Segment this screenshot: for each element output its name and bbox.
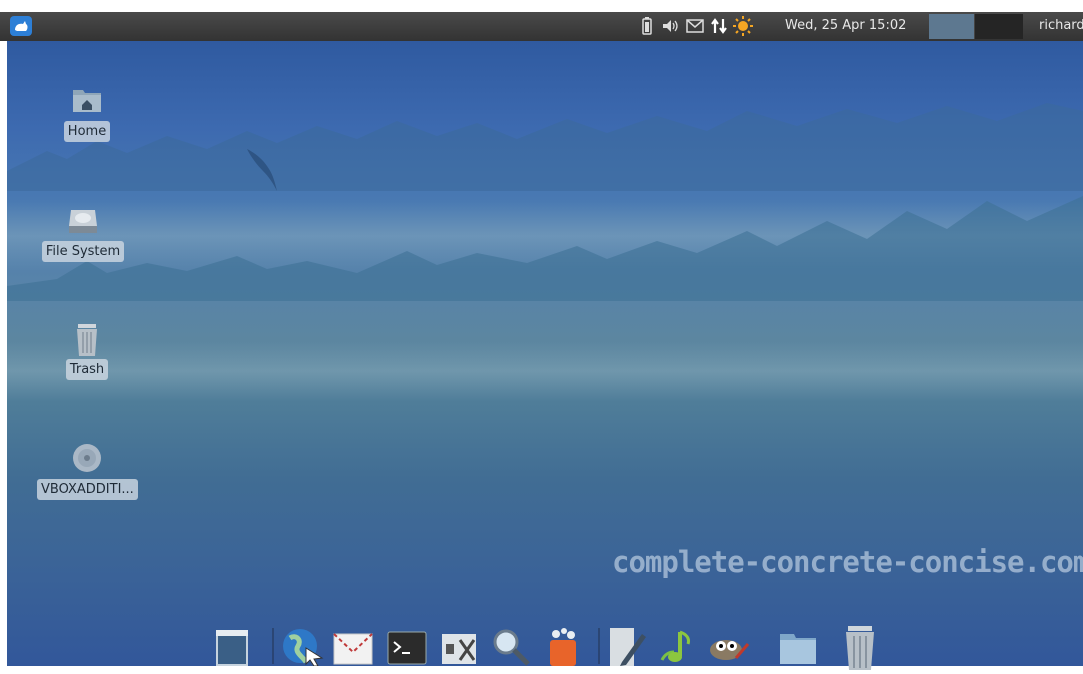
- panel-clock[interactable]: Wed, 25 Apr 15:02: [785, 18, 906, 33]
- desktop-icon-vboxadditions[interactable]: VBOXADDITI...: [37, 442, 138, 500]
- desktop-icon-label: File System: [41, 241, 125, 262]
- desktop-icon-label: VBOXADDITI...: [37, 479, 138, 500]
- mail-icon[interactable]: [685, 16, 705, 36]
- desktop-icon-label: Home: [63, 121, 111, 142]
- settings-manager-icon[interactable]: [436, 622, 480, 666]
- terminal-icon[interactable]: [384, 622, 428, 666]
- bird-silhouette: [247, 149, 277, 191]
- image-editor-icon[interactable]: [706, 622, 750, 666]
- show-desktop-icon[interactable]: [210, 622, 254, 666]
- bottom-dock: [208, 618, 888, 670]
- file-manager-icon[interactable]: [776, 622, 820, 666]
- volume-icon[interactable]: [661, 16, 681, 36]
- top-panel: Wed, 25 Apr 15:02 richard: [0, 12, 1083, 41]
- user-menu[interactable]: richard: [1039, 18, 1083, 33]
- mail-client-icon[interactable]: [330, 622, 374, 666]
- desktop-icon-trash[interactable]: Trash: [37, 322, 137, 380]
- desktop-icon-label: Trash: [65, 359, 109, 380]
- trash-icon[interactable]: [838, 622, 882, 670]
- optical-disc-icon: [71, 442, 103, 474]
- desktop-icon-file-system[interactable]: File System: [33, 204, 133, 262]
- system-tray: [637, 16, 757, 36]
- hard-drive-icon: [67, 204, 99, 236]
- workspace-1[interactable]: [929, 14, 974, 39]
- battery-icon[interactable]: [637, 16, 657, 36]
- home-folder-icon: [71, 84, 103, 116]
- mist-band: [7, 341, 1083, 401]
- updates-sun-icon[interactable]: [733, 16, 753, 36]
- near-forest: [7, 196, 1083, 301]
- search-icon[interactable]: [488, 622, 532, 666]
- music-player-icon[interactable]: [656, 622, 700, 666]
- dock-separator: [598, 628, 600, 664]
- distant-forest: [7, 103, 1083, 191]
- watermark-text: complete-concrete-concise.com: [612, 545, 1083, 579]
- desktop-icon-home[interactable]: Home: [37, 84, 137, 142]
- dock-separator: [272, 628, 274, 664]
- network-transfer-icon[interactable]: [709, 16, 729, 36]
- workspace-2[interactable]: [974, 14, 1023, 39]
- trash-icon: [71, 322, 103, 356]
- text-editor-icon[interactable]: [606, 622, 650, 666]
- xfce-mouse-icon[interactable]: [10, 16, 32, 36]
- software-store-icon[interactable]: [540, 622, 584, 666]
- web-browser-icon[interactable]: [280, 622, 324, 667]
